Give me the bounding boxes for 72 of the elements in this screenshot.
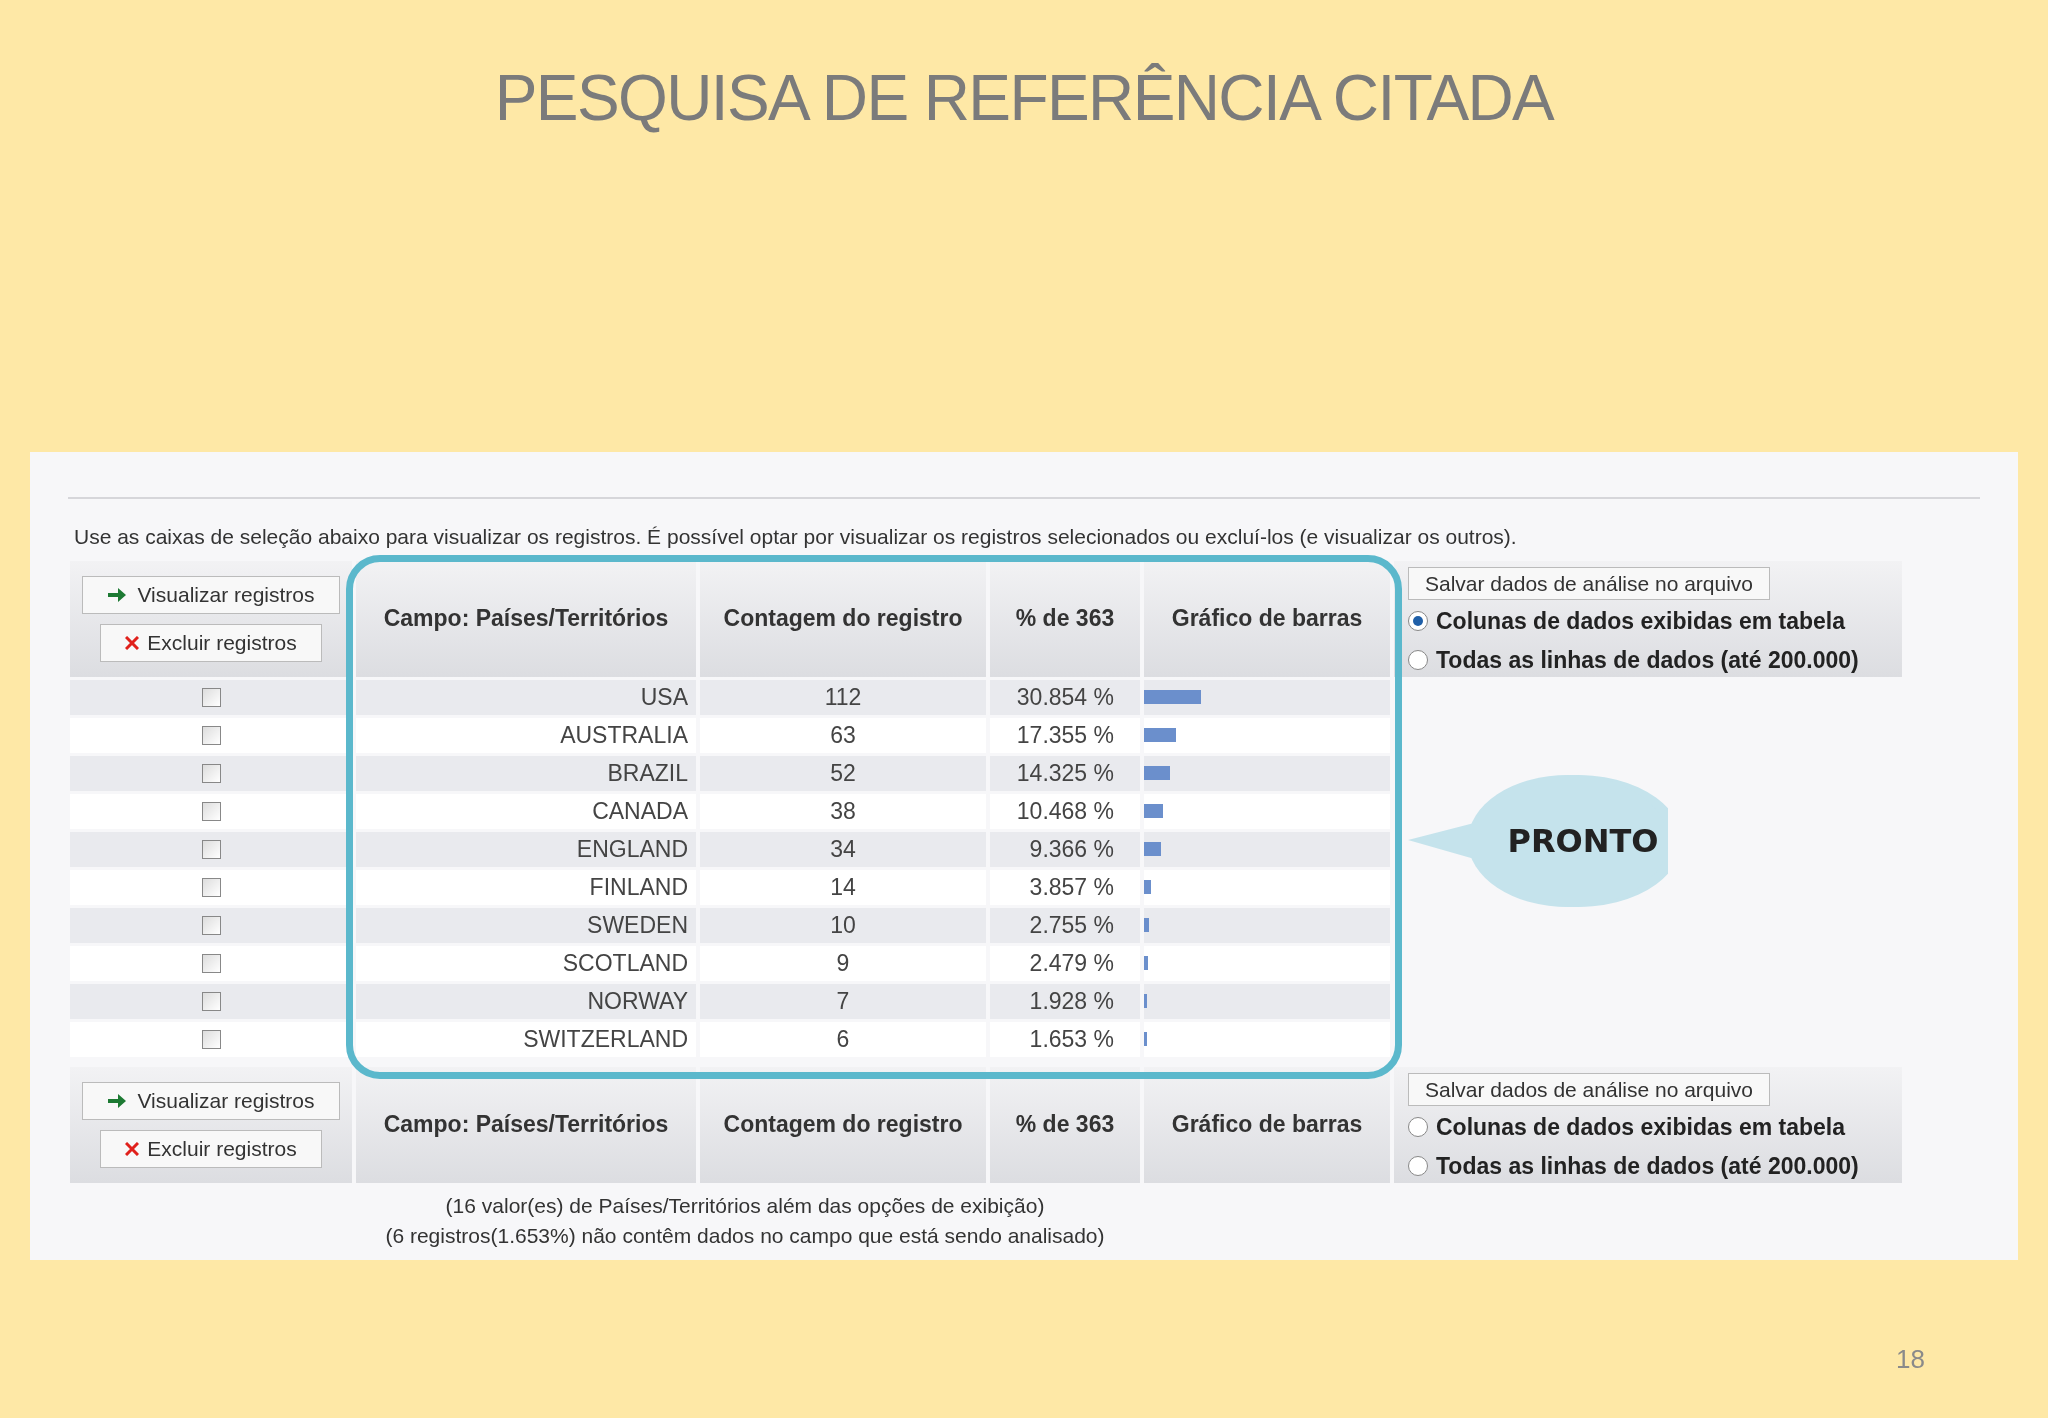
table-cell: 6 bbox=[700, 1021, 986, 1057]
footer-note: (6 registros(1.653%) não contêm dados no campo que está sendo analisado) bbox=[385, 1222, 1105, 1249]
checkbox[interactable] bbox=[201, 725, 221, 745]
checkbox[interactable] bbox=[201, 915, 221, 935]
table-cell: SWEDEN bbox=[356, 907, 696, 943]
checkbox[interactable] bbox=[201, 839, 221, 859]
radio-button[interactable] bbox=[1408, 1155, 1428, 1176]
table-cell: SCOTLAND bbox=[356, 945, 696, 981]
table-cell: 9 bbox=[700, 945, 986, 981]
radio-label: Todas as linhas de dados (até 200.000) bbox=[1436, 1151, 1859, 1181]
radio-label: Colunas de dados exibidas em tabela bbox=[1436, 607, 1845, 636]
checkbox[interactable] bbox=[201, 953, 221, 973]
view-records-button[interactable]: Visualizar registros bbox=[82, 575, 340, 614]
table-cell: 63 bbox=[700, 717, 986, 753]
table-cell: 38 bbox=[700, 793, 986, 829]
table-cell: 9.366 % bbox=[990, 831, 1140, 867]
exclude-records-button[interactable]: Excluir registros bbox=[100, 1129, 322, 1168]
close-icon bbox=[125, 1141, 140, 1156]
column-header: Contagem do registro bbox=[700, 560, 986, 677]
table-cell: 7 bbox=[700, 983, 986, 1019]
page-number: 18 bbox=[1896, 1343, 1925, 1376]
table-cell: USA bbox=[356, 679, 696, 715]
table-cell: 3.857 % bbox=[990, 869, 1140, 905]
checkbox[interactable] bbox=[201, 877, 221, 897]
table-cell: 2.479 % bbox=[990, 945, 1140, 981]
radio-label: Colunas de dados exibidas em tabela bbox=[1436, 1113, 1845, 1142]
checkbox[interactable] bbox=[201, 763, 221, 783]
radio-button[interactable] bbox=[1408, 611, 1428, 632]
table-cell: 112 bbox=[700, 679, 986, 715]
checkbox[interactable] bbox=[201, 801, 221, 821]
arrow-icon bbox=[107, 586, 128, 603]
footer-note: (16 valor(es) de Países/Territórios além das opções de exibição) bbox=[445, 1192, 1045, 1219]
table-cell: 10.468 % bbox=[990, 793, 1140, 829]
table-cell: 14 bbox=[700, 869, 986, 905]
instruction-text: Use as caixas de seleção abaixo para visualizar os registros. É possível optar por visualizar os registros selecionados ou excluí-los (e visualizar os outros). bbox=[74, 524, 1518, 550]
exclude-records-button[interactable]: Excluir registros bbox=[100, 623, 322, 662]
slide-title: PESQUISA DE REFERÊNCIA CITADA bbox=[493, 61, 1556, 136]
column-header: Contagem do registro bbox=[700, 1066, 986, 1183]
table-cell: 1.928 % bbox=[990, 983, 1140, 1019]
table-cell: AUSTRALIA bbox=[356, 717, 696, 753]
table-cell: 17.355 % bbox=[990, 717, 1140, 753]
table-cell: 2.755 % bbox=[990, 907, 1140, 943]
table-cell: FINLAND bbox=[356, 869, 696, 905]
column-header: % de 363 bbox=[990, 1066, 1140, 1183]
close-icon bbox=[125, 635, 140, 650]
checkbox[interactable] bbox=[201, 1029, 221, 1049]
table-cell: 52 bbox=[700, 755, 986, 791]
table-cell: SWITZERLAND bbox=[356, 1021, 696, 1057]
radio-button[interactable] bbox=[1408, 649, 1428, 670]
arrow-icon bbox=[107, 1092, 128, 1109]
radio-button[interactable] bbox=[1408, 1117, 1428, 1138]
table-cell: CANADA bbox=[356, 793, 696, 829]
column-header: % de 363 bbox=[990, 560, 1140, 677]
view-records-button[interactable]: Visualizar registros bbox=[82, 1081, 340, 1120]
table-cell: ENGLAND bbox=[356, 831, 696, 867]
save-analysis-button[interactable]: Salvar dados de análise no arquivo bbox=[1408, 1072, 1771, 1106]
column-header: Campo: Países/Territórios bbox=[356, 560, 696, 677]
table-cell: 14.325 % bbox=[990, 755, 1140, 791]
table-cell: 1.653 % bbox=[990, 1021, 1140, 1057]
table-cell: 34 bbox=[700, 831, 986, 867]
table-cell: 30.854 % bbox=[990, 679, 1140, 715]
column-header: Campo: Países/Territórios bbox=[356, 1066, 696, 1183]
save-analysis-button[interactable]: Salvar dados de análise no arquivo bbox=[1408, 566, 1771, 600]
table-cell: NORWAY bbox=[356, 983, 696, 1019]
table-cell: BRAZIL bbox=[356, 755, 696, 791]
column-header: Gráfico de barras bbox=[1144, 560, 1390, 677]
table-cell: 10 bbox=[700, 907, 986, 943]
checkbox[interactable] bbox=[201, 991, 221, 1011]
radio-label: Todas as linhas de dados (até 200.000) bbox=[1436, 645, 1859, 675]
callout-text: PRONTO bbox=[1506, 821, 1660, 862]
checkbox[interactable] bbox=[201, 687, 221, 707]
column-header: Gráfico de barras bbox=[1144, 1066, 1390, 1183]
